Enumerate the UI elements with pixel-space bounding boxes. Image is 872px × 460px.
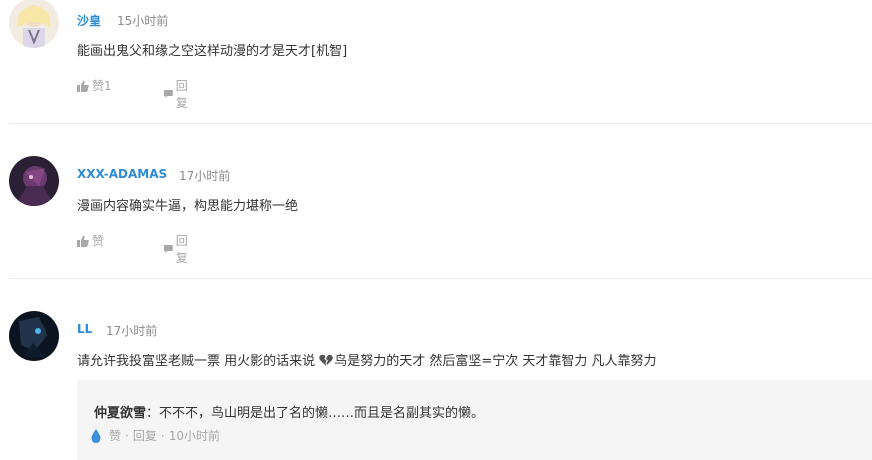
sub-like-button[interactable]: 赞 xyxy=(109,427,121,444)
speech-bubble-icon xyxy=(164,244,173,254)
like-button[interactable]: 赞 xyxy=(77,232,104,249)
comment-time: 15小时前 xyxy=(117,14,169,28)
reply-label: 回复 xyxy=(175,234,188,265)
sub-reply-author[interactable]: 仲夏欲雪 xyxy=(94,406,146,421)
avatar[interactable] xyxy=(9,0,59,48)
comment-time: 17小时前 xyxy=(106,324,158,338)
reply-button[interactable]: 回复 xyxy=(164,232,192,266)
sub-reply-button[interactable]: 回复 xyxy=(133,427,157,444)
like-button[interactable]: 赞1 xyxy=(77,77,112,94)
username[interactable]: XXX-ADAMAS xyxy=(77,167,167,181)
sub-reply: 仲夏欲雪：不不不，鸟山明是出了名的懒……而且是名副其实的懒。 赞 · 回复 · … xyxy=(77,380,872,460)
reply-label: 回复 xyxy=(175,79,188,110)
username[interactable]: 沙皇 xyxy=(77,12,101,29)
avatar[interactable] xyxy=(9,156,59,206)
water-drop-icon xyxy=(91,428,101,443)
avatar[interactable] xyxy=(9,311,59,361)
reply-button[interactable]: 回复 xyxy=(164,77,192,111)
comment-text: 能画出鬼父和缘之空这样动漫的才是天才[机智] xyxy=(77,44,348,59)
comment-time: 17小时前 xyxy=(179,169,231,183)
thumbs-up-icon xyxy=(77,80,89,92)
separator-dot: · xyxy=(125,428,129,443)
comment-text: 请允许我投富坚老贼一票 用火影的话来说 鸟是努力的天才 然后富坚=宁次 天才靠智… xyxy=(77,350,657,369)
sub-reply-line: 仲夏欲雪：不不不，鸟山明是出了名的懒……而且是名副其实的懒。 xyxy=(94,402,484,421)
sub-reply-text: 不不不，鸟山明是出了名的懒……而且是名副其实的懒。 xyxy=(159,406,485,421)
comment-text: 漫画内容确实牛逼，构思能力堪称一绝 xyxy=(77,199,299,214)
thumbs-up-icon xyxy=(77,235,89,247)
sub-reply-time: 10小时前 xyxy=(168,429,220,443)
comment-item: 沙皇 15小时前 能画出鬼父和缘之空这样动漫的才是天才[机智] 赞1 回复 xyxy=(0,0,872,123)
like-label: 赞 xyxy=(92,234,105,248)
divider xyxy=(9,123,872,124)
comment-actions: 赞 回复 xyxy=(77,232,188,265)
comment-text-part: 请允许我投富坚老贼一票 用火影的话来说 xyxy=(77,354,320,369)
comment-text-part: 鸟是努力的天才 然后富坚=宁次 天才靠智力 凡人靠努力 xyxy=(334,354,657,369)
broken-heart-icon xyxy=(319,354,334,366)
comment-actions: 赞1 回复 xyxy=(77,77,188,110)
speech-bubble-icon xyxy=(164,89,173,99)
comment-item: XXX-ADAMAS 17小时前 漫画内容确实牛逼，构思能力堪称一绝 赞 回复 xyxy=(0,155,872,278)
sub-reply-meta: 赞 · 回复 · 10小时前 xyxy=(91,427,224,444)
sub-reply-separator: ： xyxy=(146,406,160,421)
separator-dot: · xyxy=(160,428,165,443)
like-label: 赞1 xyxy=(92,79,112,93)
divider xyxy=(9,278,872,279)
username[interactable]: LL xyxy=(77,322,92,336)
